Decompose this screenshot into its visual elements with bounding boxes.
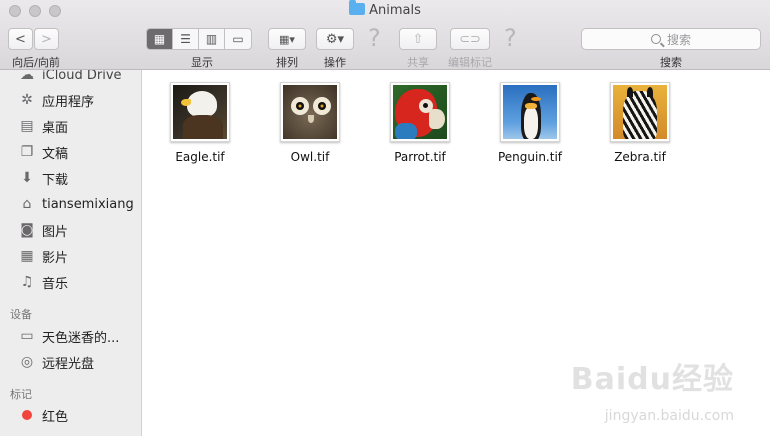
forward-button[interactable]: > [34,28,59,50]
file-name: Parrot.tif [394,150,446,164]
downloads-icon: ⬇ [21,170,33,186]
sidebar-item-laptop[interactable]: ▭ 天色迷香的... [18,325,119,347]
window-toolbar: Animals < > 向后/向前 ▦ ☰ ▥ ▭ 显示 ▦▾ 排列 ⚙▾ 操作… [0,0,770,70]
list-view-icon[interactable]: ☰ [173,29,199,49]
column-view-icon[interactable]: ▥ [199,29,225,49]
view-label: 显示 [191,56,213,69]
file-thumbnail [390,82,450,142]
action-button[interactable]: ⚙▾ [316,28,354,50]
file-item-penguin[interactable]: Penguin.tif [475,82,585,164]
eagle-image [173,85,227,139]
sidebar-item-icloud[interactable]: ☁ iCloud Drive [18,70,122,86]
file-thumbnail [500,82,560,142]
sidebar-item-remote-disc[interactable]: ◎ 远程光盘 [18,351,94,373]
search-icon [650,34,661,44]
applications-icon: ✲ [21,92,33,108]
sidebar-item-desktop[interactable]: ▤ 桌面 [18,115,68,137]
search-label: 搜索 [660,56,682,69]
parrot-image [393,85,447,139]
gear-icon: ⚙▾ [325,31,345,47]
sidebar-item-music[interactable]: ♫ 音乐 [18,271,68,293]
owl-image [283,85,337,139]
tag-icon: ⊂⊃ [459,31,481,47]
zebra-image [613,85,667,139]
edit-tags-button[interactable]: ⊂⊃ [450,28,490,50]
file-name: Owl.tif [290,150,330,164]
documents-icon: ❐ [20,144,34,160]
share-button[interactable]: ⇧ [399,28,437,50]
window-title: Animals [0,0,770,18]
penguin-image [503,85,557,139]
search-field[interactable]: 搜索 [581,28,761,50]
view-mode-segmented[interactable]: ▦ ☰ ▥ ▭ [146,28,252,50]
cloud-icon: ☁ [20,70,34,83]
sidebar-item-movies[interactable]: ▦ 影片 [18,245,68,267]
file-name: Zebra.tif [614,150,666,164]
sidebar-item-red-tag[interactable]: 红色 [18,404,68,426]
help-icon[interactable]: ? [368,24,381,52]
movies-icon: ▦ [20,248,34,264]
folder-icon [349,0,366,15]
arrange-button[interactable]: ▦▾ [268,28,306,50]
help-icon-2[interactable]: ? [504,24,517,52]
file-thumbnail [610,82,670,142]
baidu-watermark-logo: Baidu经验 [570,362,734,397]
coverflow-view-icon[interactable]: ▭ [225,29,251,49]
laptop-icon: ▭ [20,328,34,344]
sidebar-item-home[interactable]: ⌂ tiansemixiang [18,193,134,215]
nav-label: 向后/向前 [12,56,60,69]
file-item-eagle[interactable]: Eagle.tif [145,82,255,164]
back-button[interactable]: < [8,28,33,50]
music-icon: ♫ [20,274,34,290]
file-item-parrot[interactable]: Parrot.tif [365,82,475,164]
arrange-label: 排列 [276,56,298,69]
sidebar-item-pictures[interactable]: ◙ 图片 [18,219,68,241]
share-label: 共享 [407,56,429,69]
file-thumbnail [170,82,230,142]
file-thumbnail [280,82,340,142]
red-tag-icon [18,407,36,423]
share-icon: ⇧ [412,31,424,47]
desktop-icon: ▤ [20,118,34,134]
file-name: Eagle.tif [175,150,225,164]
file-name: Penguin.tif [497,150,563,164]
devices-header: 设备 [10,308,32,321]
icon-view-icon[interactable]: ▦ [147,29,173,49]
action-label: 操作 [324,56,346,69]
sidebar: ☁ iCloud Drive ✲ 应用程序 ▤ 桌面 ❐ 文稿 ⬇ 下载 ⌂ tiansem… [0,70,142,436]
file-item-owl[interactable]: Owl.tif [255,82,365,164]
baidu-watermark-url: jingyan.baidu.com [604,408,734,424]
tags-header: 标记 [10,388,32,401]
file-item-zebra[interactable]: Zebra.tif [585,82,695,164]
sidebar-item-applications[interactable]: ✲ 应用程序 [18,89,94,111]
home-icon: ⌂ [22,196,32,212]
edit-tags-label: 编辑标记 [448,56,492,69]
disc-icon: ◎ [20,354,34,370]
sidebar-item-documents[interactable]: ❐ 文稿 [18,141,68,163]
sidebar-item-downloads[interactable]: ⬇ 下载 [18,167,68,189]
arrange-icon: ▦▾ [279,32,295,46]
pictures-icon: ◙ [20,222,34,238]
